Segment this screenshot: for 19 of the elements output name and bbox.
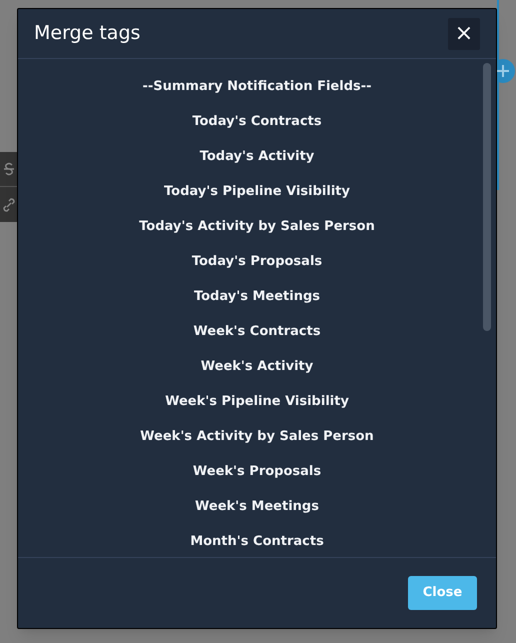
merge-tag-item[interactable]: Today's Contracts (192, 112, 322, 147)
merge-tag-item[interactable]: Today's Activity by Sales Person (139, 217, 375, 252)
strikethrough-icon[interactable] (2, 162, 14, 176)
merge-tag-item[interactable]: Week's Contracts (193, 322, 321, 357)
link-icon[interactable] (2, 198, 14, 212)
merge-tag-item[interactable]: Week's Activity (200, 357, 314, 392)
close-icon[interactable]: × (448, 18, 480, 50)
merge-tag-item[interactable]: Today's Meetings (194, 287, 320, 322)
merge-tag-item[interactable]: Today's Pipeline Visibility (164, 182, 350, 217)
merge-tag-item[interactable]: Month's Contracts (190, 532, 324, 557)
dialog-title: Merge tags (34, 21, 140, 46)
merge-tag-item[interactable]: Week's Activity by Sales Person (140, 427, 374, 462)
merge-tag-item[interactable]: Week's Proposals (192, 462, 322, 497)
merge-tag-item[interactable]: Week's Meetings (195, 497, 319, 532)
scrollbar[interactable] (483, 63, 491, 331)
merge-tag-item[interactable]: --Summary Notification Fields-- (142, 77, 372, 112)
merge-tag-item[interactable]: Week's Pipeline Visibility (165, 392, 349, 427)
merge-tag-item[interactable]: Today's Proposals (192, 252, 322, 287)
merge-tag-item[interactable]: Today's Activity (200, 147, 314, 182)
